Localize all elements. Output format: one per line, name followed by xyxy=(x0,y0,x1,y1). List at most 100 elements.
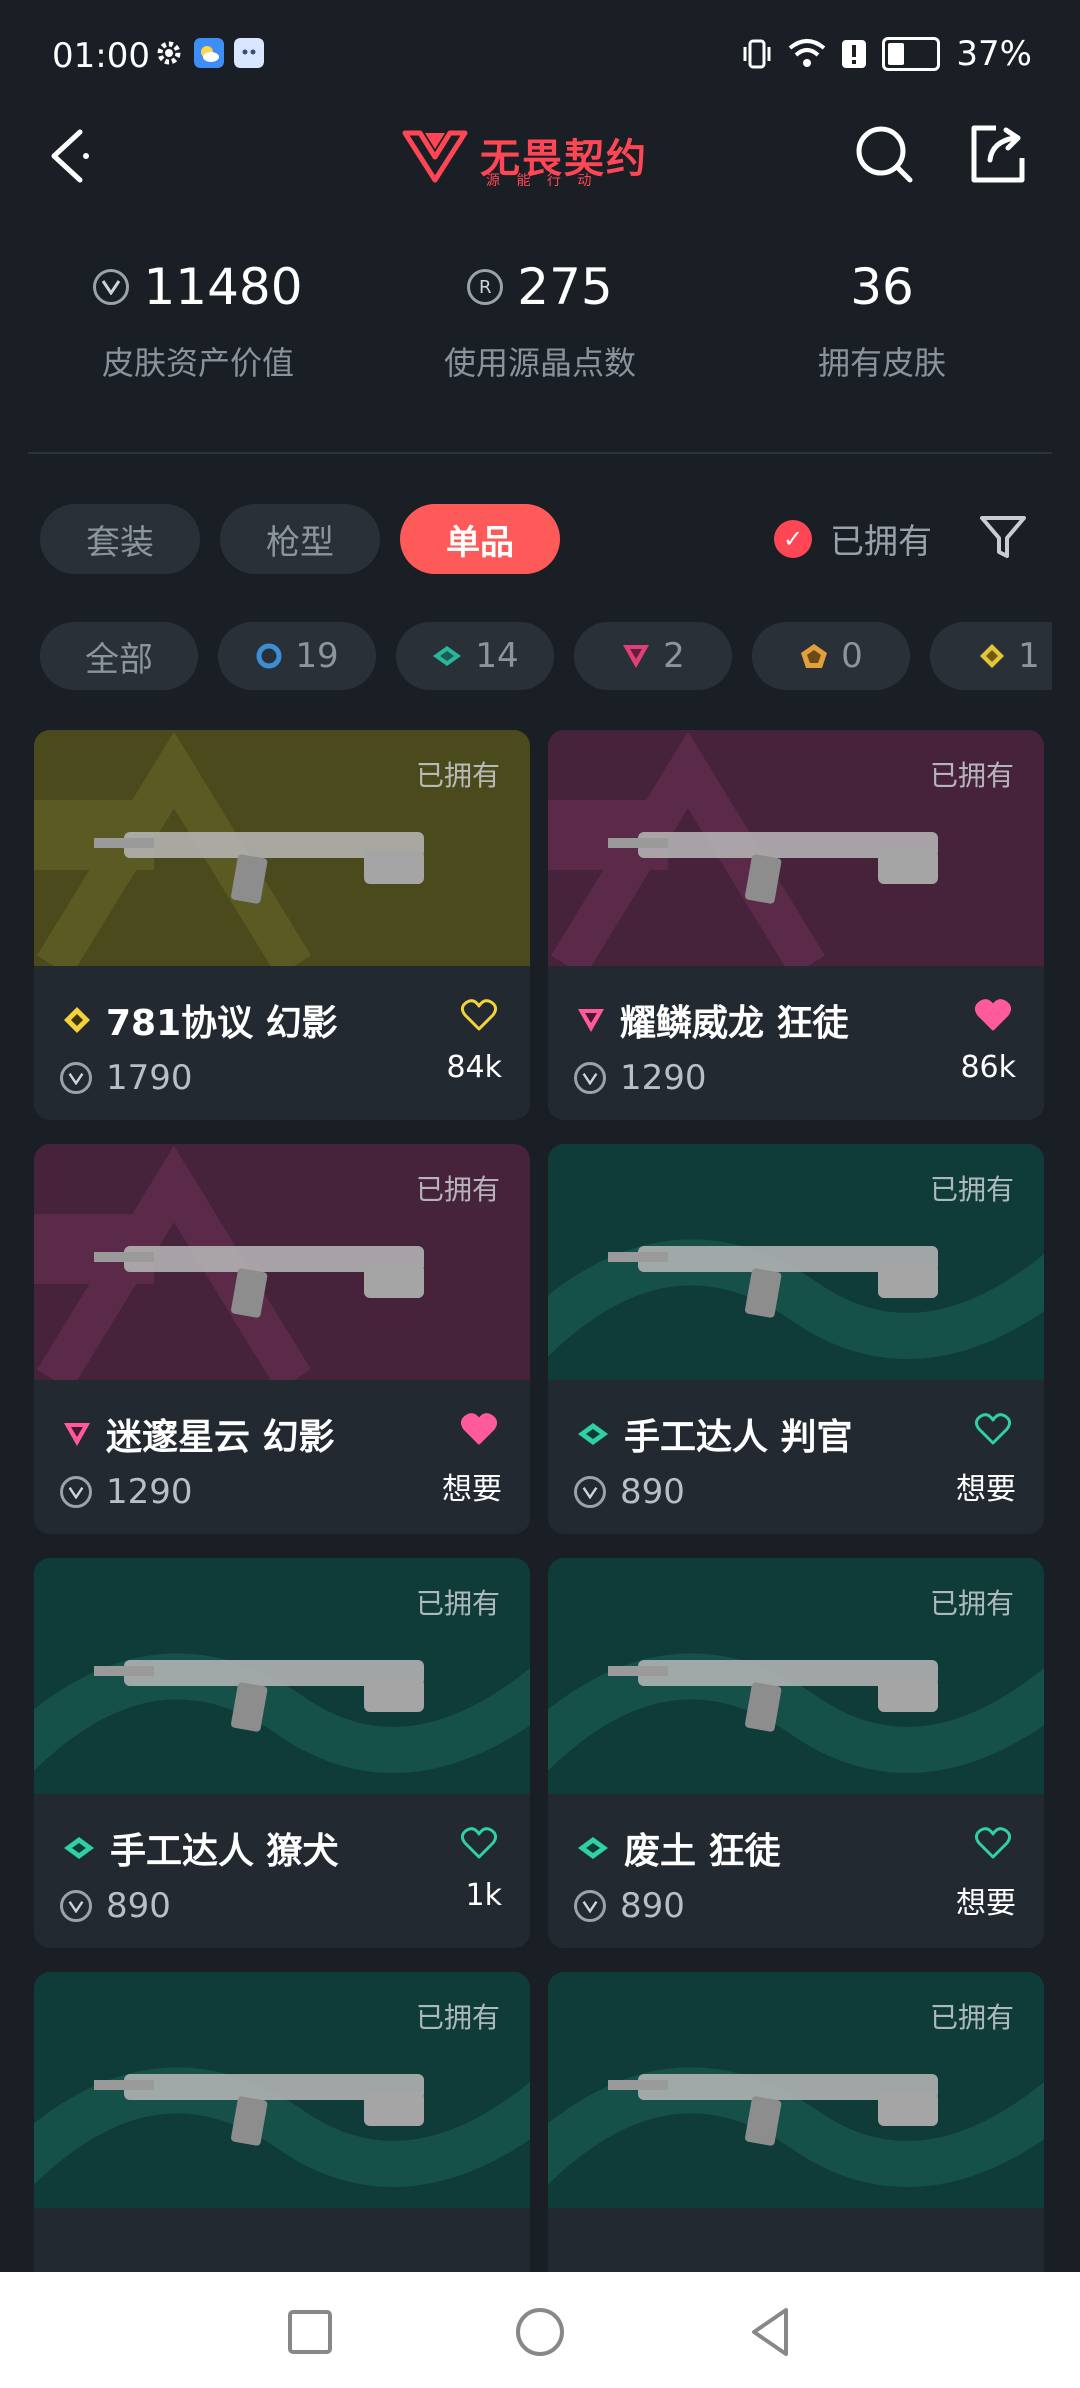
skin-card[interactable]: 已拥有 迷邃星云 幻影 1290 想要 xyxy=(34,1144,530,1534)
skin-card[interactable]: 已拥有 废土 狂徒 890 想要 xyxy=(548,1558,1044,1948)
skin-card[interactable]: 已拥有 耀鳞威龙 狂徒 1290 86k xyxy=(548,730,1044,1120)
logo-subtitle: 源 能 行 动 xyxy=(486,173,598,189)
favorite-count: 86k xyxy=(960,1050,1016,1085)
asset-stats: 11480 皮肤资产价值 R 275 使用源晶点数 36 拥有皮肤 xyxy=(0,258,1080,408)
radianite-icon: R xyxy=(467,269,504,305)
deluxe-tier-icon xyxy=(433,646,462,666)
system-back-button[interactable] xyxy=(740,2302,800,2362)
skin-title: 781协议 幻影 xyxy=(62,994,338,1046)
price-value: 890 xyxy=(620,1472,685,1512)
skin-name: 手工达人 獠犬 xyxy=(110,1831,339,1872)
owned-label: 已拥有 xyxy=(415,759,500,792)
skin-title: 手工达人 獠犬 xyxy=(62,1822,339,1874)
owned-label: 已拥有 xyxy=(929,1587,1014,1620)
chip-tier-exclusive[interactable]: 0 xyxy=(752,622,910,690)
owned-label: 已拥有 xyxy=(415,1587,500,1620)
chip-label: 全部 xyxy=(85,639,153,680)
favorite-heart-icon[interactable] xyxy=(460,1410,498,1448)
skin-price: 890 xyxy=(60,1886,171,1926)
chip-tier-premium[interactable]: 2 xyxy=(574,622,732,690)
share-button[interactable] xyxy=(962,120,1032,190)
filter-button[interactable] xyxy=(976,510,1030,564)
app-header: 无畏契约 源 能 行 动 xyxy=(0,120,1080,260)
back-button[interactable] xyxy=(40,120,110,190)
owned-filter-label: 已拥有 xyxy=(830,522,932,562)
favorite-count: 想要 xyxy=(956,1886,1016,1921)
owned-label: 已拥有 xyxy=(415,2001,500,2034)
ultra-tier-icon xyxy=(64,1007,90,1033)
chip-tier-select[interactable]: 19 xyxy=(218,622,376,690)
owned-label: 已拥有 xyxy=(929,759,1014,792)
skin-price: 890 xyxy=(574,1886,685,1926)
skin-info: 耀鳞威龙 狂徒 1290 86k xyxy=(548,966,1044,1120)
chip-tier-ultra[interactable]: 1 xyxy=(930,622,1052,690)
weather-icon xyxy=(194,38,224,68)
stat-value: 36 xyxy=(850,258,914,316)
tab-weapon-type[interactable]: 枪型 xyxy=(220,504,380,574)
chip-all[interactable]: 全部 xyxy=(40,622,198,690)
skin-info: 781协议 幻影 1790 84k xyxy=(34,966,530,1120)
vp-icon xyxy=(574,1476,606,1508)
checkmark-icon: ✓ xyxy=(774,519,812,558)
tab-bundles[interactable]: 套装 xyxy=(40,504,200,574)
favorite-heart-icon[interactable] xyxy=(460,996,498,1034)
owned-filter-toggle[interactable]: ✓ 已拥有 xyxy=(774,514,932,563)
chip-count: 2 xyxy=(663,636,685,676)
owned-label: 已拥有 xyxy=(929,1173,1014,1206)
skin-card[interactable]: 已拥有 手工达人 獠犬 890 1k xyxy=(34,1558,530,1948)
vibrate-icon xyxy=(743,39,771,69)
favorite-heart-icon[interactable] xyxy=(974,1824,1012,1862)
owned-label: 已拥有 xyxy=(929,2001,1014,2034)
skin-title: 迷邃星云 幻影 xyxy=(62,1408,335,1460)
skin-title: 耀鳞威龙 狂徒 xyxy=(576,994,849,1046)
stat-label: 使用源晶点数 xyxy=(443,344,636,382)
skin-title: 手工达人 判官 xyxy=(576,1408,853,1460)
chip-count: 19 xyxy=(295,636,339,676)
deluxe-tier-icon xyxy=(578,1837,608,1859)
chip-count: 0 xyxy=(841,636,863,676)
vp-icon xyxy=(60,1476,92,1508)
skin-card[interactable]: 已拥有 手工达人 判官 890 想要 xyxy=(548,1144,1044,1534)
price-value: 890 xyxy=(106,1886,171,1926)
wifi-icon xyxy=(789,39,826,67)
skin-info: 手工达人 獠犬 890 1k xyxy=(34,1794,530,1948)
vp-icon xyxy=(574,1062,606,1094)
skin-info: 手工达人 判官 890 想要 xyxy=(548,1380,1044,1534)
alert-icon xyxy=(842,40,867,68)
favorite-heart-icon[interactable] xyxy=(460,1824,498,1862)
chip-count: 14 xyxy=(475,636,519,676)
price-value: 890 xyxy=(620,1886,685,1926)
stat-label: 皮肤资产价值 xyxy=(101,344,294,382)
stat-label: 拥有皮肤 xyxy=(817,344,946,382)
premium-tier-icon xyxy=(64,1423,90,1446)
select-tier-icon xyxy=(256,643,282,669)
home-button[interactable] xyxy=(510,2302,570,2362)
status-time: 01:00 xyxy=(52,36,150,76)
deluxe-tier-icon xyxy=(578,1423,608,1445)
skin-card[interactable]: 已拥有 781协议 幻影 1790 84k xyxy=(34,730,530,1120)
skin-price: 1290 xyxy=(574,1058,707,1098)
favorite-heart-icon[interactable] xyxy=(974,1410,1012,1448)
chip-tier-deluxe[interactable]: 14 xyxy=(396,622,554,690)
status-right: 37% xyxy=(742,34,1032,74)
status-notification-icons xyxy=(154,38,264,68)
vp-icon xyxy=(93,269,130,305)
favorite-heart-icon[interactable] xyxy=(974,996,1012,1034)
skin-name: 手工达人 判官 xyxy=(624,1417,853,1458)
stat-radianite: R 275 使用源晶点数 xyxy=(360,258,720,384)
tab-single-items[interactable]: 单品 xyxy=(400,504,560,574)
ultra-tier-icon xyxy=(980,644,1005,668)
valorant-logo-icon xyxy=(402,130,468,183)
app-logo: 无畏契约 源 能 行 动 xyxy=(400,120,690,190)
divider xyxy=(28,452,1052,454)
search-button[interactable] xyxy=(850,120,920,190)
tier-filter-chips: 全部 19 14 2 0 1 xyxy=(40,622,1052,692)
vp-icon xyxy=(574,1890,606,1922)
battery-percent: 37% xyxy=(956,34,1032,74)
exclusive-tier-icon xyxy=(801,644,828,668)
chip-count: 1 xyxy=(1018,636,1040,676)
recent-apps-button[interactable] xyxy=(280,2302,340,2362)
deluxe-tier-icon xyxy=(64,1837,94,1859)
premium-tier-icon xyxy=(623,645,650,668)
skin-info: 废土 狂徒 890 想要 xyxy=(548,1794,1044,1948)
